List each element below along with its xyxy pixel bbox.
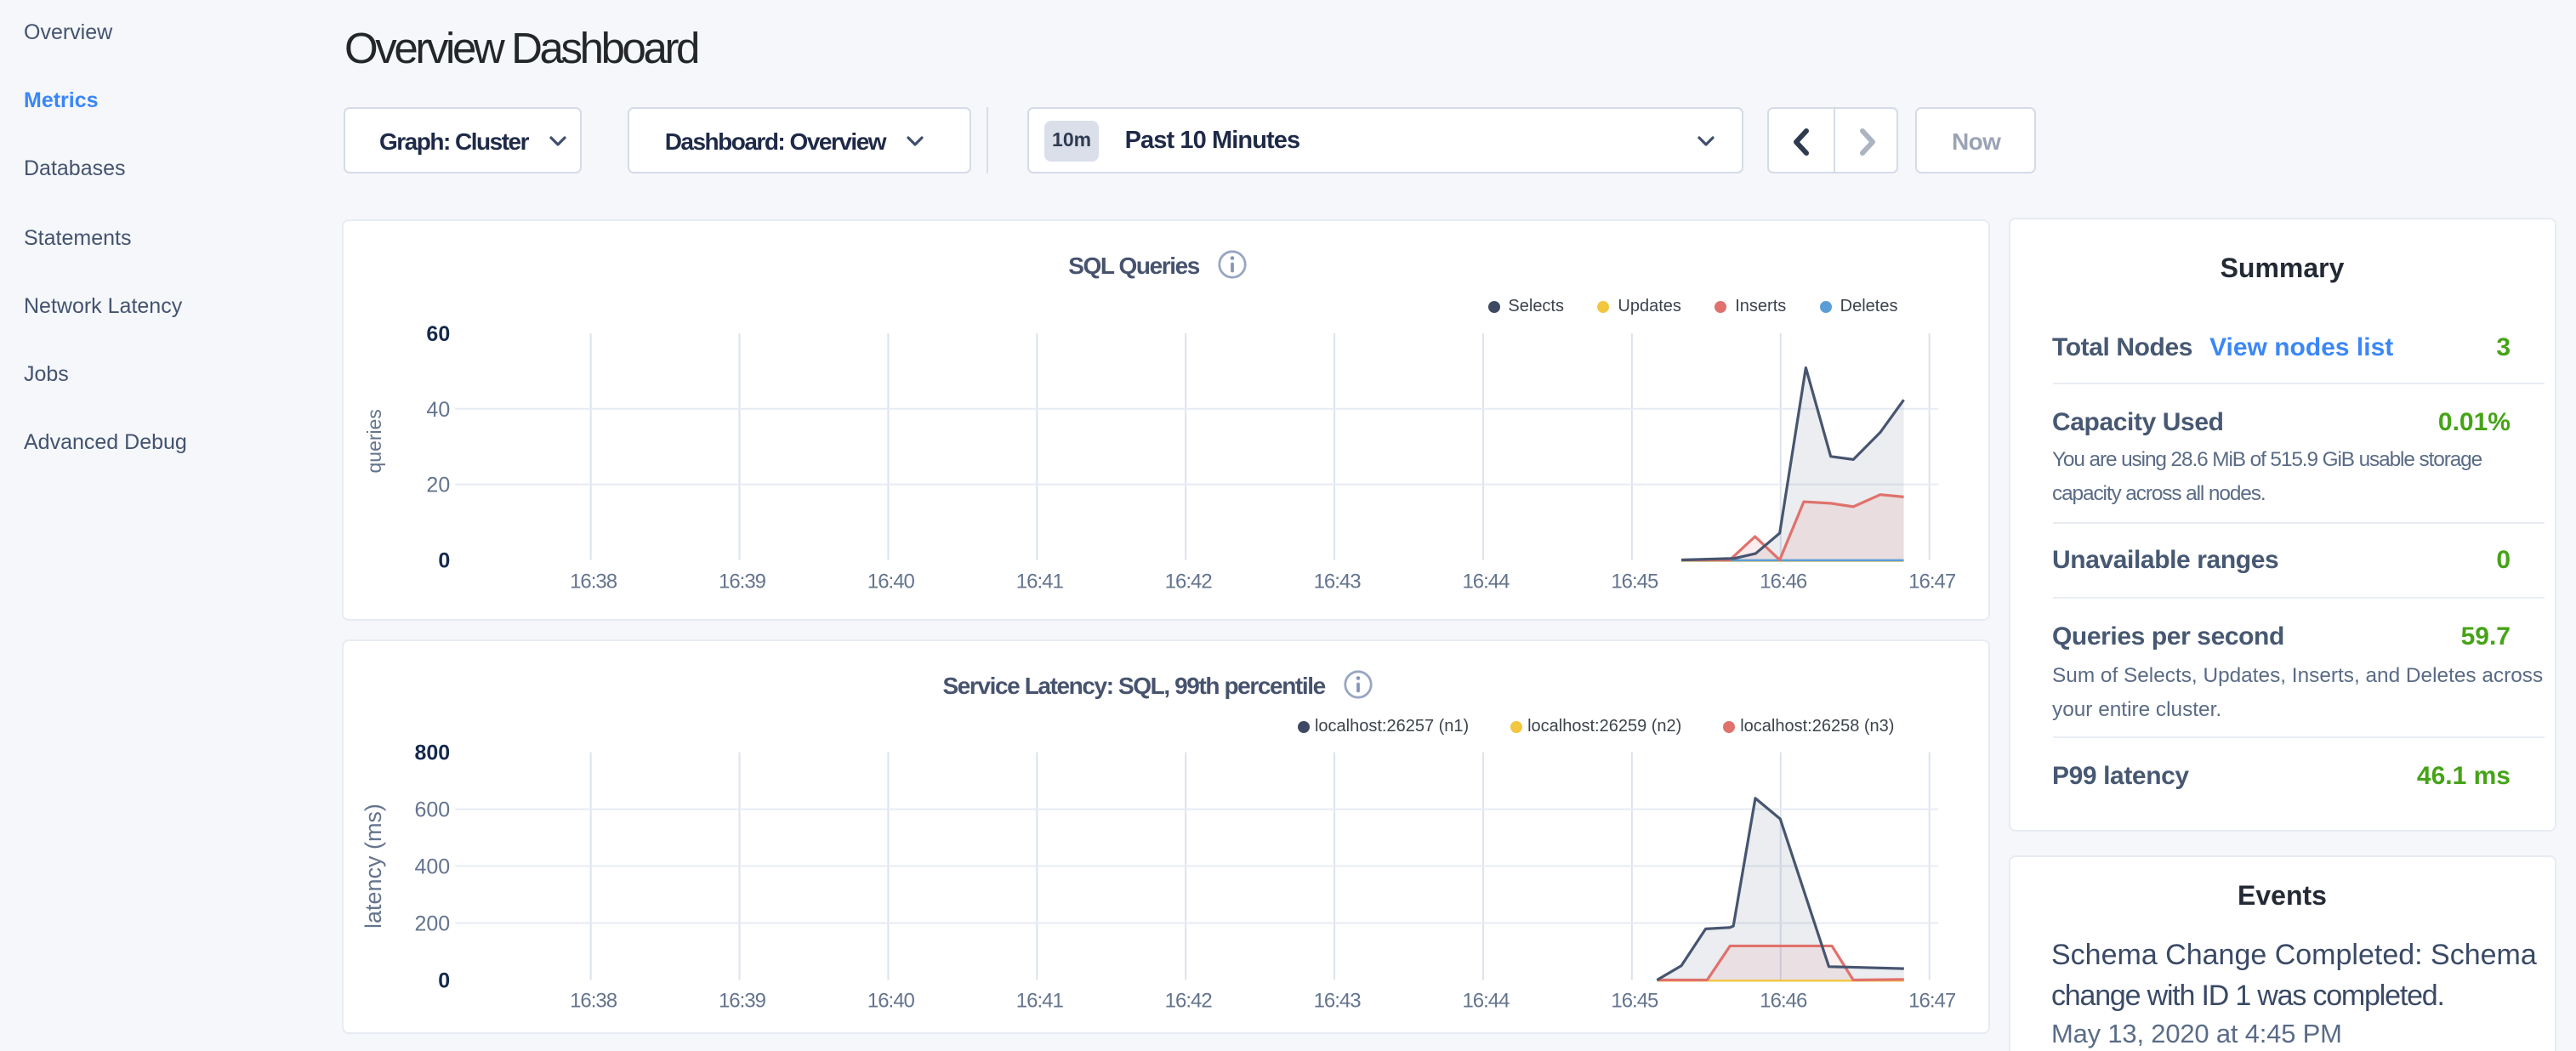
- svg-text:16:46: 16:46: [1760, 989, 1808, 1012]
- svg-text:16:43: 16:43: [1314, 570, 1362, 593]
- svg-text:600: 600: [415, 798, 451, 822]
- svg-text:16:47: 16:47: [1909, 989, 1957, 1012]
- svg-text:latency (ms): latency (ms): [361, 804, 387, 929]
- svg-text:0: 0: [439, 548, 451, 572]
- svg-text:16:46: 16:46: [1760, 570, 1808, 593]
- svg-text:0: 0: [439, 969, 451, 992]
- svg-text:60: 60: [427, 322, 451, 346]
- svg-text:16:40: 16:40: [868, 989, 916, 1012]
- svg-text:16:47: 16:47: [1909, 570, 1957, 593]
- svg-text:16:38: 16:38: [571, 570, 618, 593]
- svg-text:16:42: 16:42: [1165, 989, 1213, 1012]
- svg-text:16:40: 16:40: [868, 570, 916, 593]
- svg-text:16:45: 16:45: [1612, 989, 1659, 1012]
- svg-text:400: 400: [415, 855, 451, 879]
- svg-text:16:44: 16:44: [1463, 570, 1510, 593]
- svg-text:16:45: 16:45: [1612, 570, 1659, 593]
- svg-text:200: 200: [415, 912, 451, 936]
- svg-text:800: 800: [415, 741, 451, 765]
- svg-text:16:44: 16:44: [1463, 989, 1510, 1012]
- svg-text:16:38: 16:38: [571, 989, 618, 1012]
- svg-text:16:41: 16:41: [1017, 570, 1065, 593]
- svg-text:queries: queries: [364, 409, 386, 473]
- svg-text:20: 20: [427, 474, 451, 497]
- svg-text:16:42: 16:42: [1165, 570, 1213, 593]
- svg-text:16:43: 16:43: [1314, 989, 1362, 1012]
- svg-text:40: 40: [427, 398, 451, 422]
- svg-text:16:39: 16:39: [719, 570, 767, 593]
- svg-text:16:39: 16:39: [719, 989, 767, 1012]
- svg-text:16:41: 16:41: [1017, 989, 1065, 1012]
